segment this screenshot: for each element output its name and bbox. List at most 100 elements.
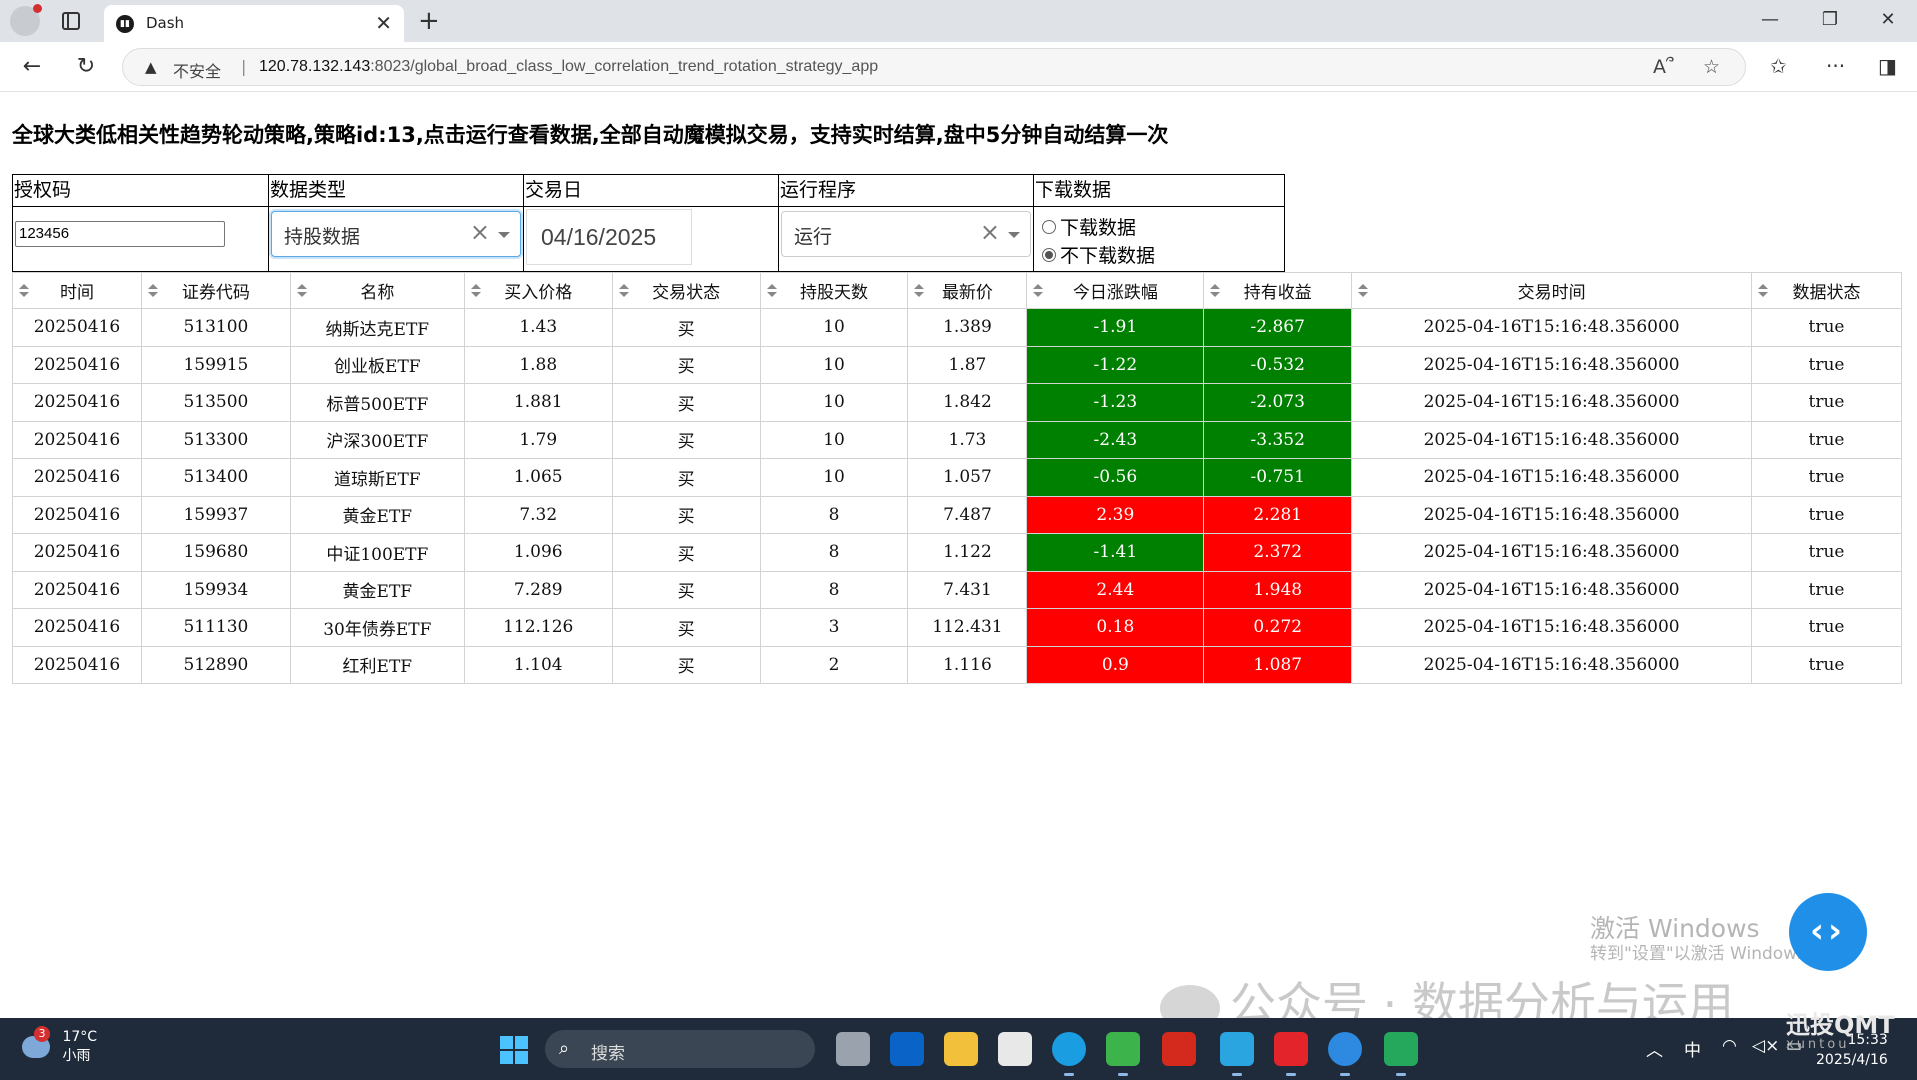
- task-view-icon[interactable]: [836, 1032, 870, 1066]
- ime-indicator[interactable]: 中: [1684, 1036, 1701, 1061]
- table-cell: 中证100ETF: [289, 533, 465, 572]
- search-app-icon[interactable]: [1328, 1032, 1362, 1076]
- column-header[interactable]: 最新价: [907, 272, 1028, 309]
- url-text: 120.78.132.143:8023/global_broad_class_l…: [259, 58, 878, 76]
- refresh-icon[interactable]: ↻: [70, 51, 102, 83]
- profile-icon[interactable]: [10, 4, 42, 36]
- new-tab-icon[interactable]: +: [418, 5, 440, 37]
- clear-icon[interactable]: ×: [470, 218, 490, 246]
- browser-tab[interactable]: ▮▮ Dash ✕: [104, 5, 404, 42]
- column-header[interactable]: 今日涨跌幅: [1026, 272, 1205, 309]
- table-cell: 1.842: [907, 383, 1028, 422]
- url-field[interactable]: ▲ 不安全 | 120.78.132.143:8023/global_broad…: [122, 48, 1746, 86]
- table-cell: 2025-04-16T15:16:48.356000: [1351, 570, 1752, 609]
- sort-icon[interactable]: [19, 284, 29, 298]
- volume-muted-icon[interactable]: ◁×: [1752, 1036, 1779, 1056]
- column-header[interactable]: 交易状态: [611, 272, 761, 309]
- activate-windows-watermark: 激活 Windows 转到"设置"以激活 Windows。: [1590, 914, 1823, 964]
- table-cell: 0.272: [1203, 608, 1353, 647]
- sort-icon[interactable]: [914, 284, 925, 298]
- wps-icon[interactable]: [1162, 1032, 1196, 1066]
- radio-download[interactable]: [1042, 219, 1056, 234]
- sort-icon[interactable]: [296, 284, 307, 298]
- table-cell: 10: [759, 458, 909, 497]
- edge-icon[interactable]: [1052, 1032, 1086, 1076]
- table-cell: 2025-04-16T15:16:48.356000: [1351, 645, 1752, 684]
- trade-date-picker[interactable]: 04/16/2025: [526, 209, 692, 265]
- table-cell: 10: [759, 308, 909, 347]
- table-cell: 20250416: [12, 533, 142, 572]
- run-column: 运行程序 运行 ×: [779, 175, 1034, 271]
- tab-actions-icon[interactable]: [62, 12, 80, 30]
- qmt-icon[interactable]: [1220, 1032, 1254, 1076]
- sort-icon[interactable]: [618, 284, 629, 298]
- warning-icon: ▲: [145, 58, 157, 76]
- address-bar: ← ↻ ▲ 不安全 | 120.78.132.143:8023/global_b…: [0, 42, 1917, 92]
- table-cell: 创业板ETF: [289, 345, 465, 384]
- run-value: 运行: [794, 226, 833, 248]
- column-header[interactable]: 持股天数: [759, 272, 909, 309]
- sort-icon[interactable]: [1758, 284, 1768, 298]
- weather-widget[interactable]: 3 17°C 小雨: [22, 1026, 97, 1066]
- table-cell: 512890: [140, 645, 291, 684]
- table-cell: true: [1751, 458, 1902, 497]
- wechat-icon[interactable]: [1106, 1032, 1140, 1076]
- sort-icon[interactable]: [1033, 284, 1044, 298]
- column-header[interactable]: 交易时间: [1351, 272, 1752, 309]
- table-cell: 1.881: [463, 383, 613, 422]
- sort-icon[interactable]: [766, 284, 777, 298]
- close-tab-icon[interactable]: ✕: [375, 11, 392, 35]
- download-radio-option[interactable]: 下载数据: [1042, 213, 1136, 240]
- chevron-down-icon[interactable]: [1008, 232, 1020, 238]
- read-aloud-icon[interactable]: A՞: [1653, 56, 1674, 78]
- table-cell: 8: [759, 495, 909, 534]
- sort-icon[interactable]: [1358, 284, 1369, 298]
- taskbar-search[interactable]: ⌕ 搜索: [545, 1030, 815, 1068]
- table-cell: 2025-04-16T15:16:48.356000: [1351, 420, 1752, 459]
- table-cell: 2.281: [1203, 495, 1353, 534]
- trading-app-icon[interactable]: [1274, 1032, 1308, 1076]
- column-header[interactable]: 买入价格: [463, 272, 613, 309]
- radio-no-download[interactable]: [1042, 247, 1056, 262]
- favorites-icon[interactable]: ✩: [1770, 54, 1787, 78]
- more-icon[interactable]: ···: [1826, 54, 1845, 78]
- dev-tools-button[interactable]: ‹›: [1789, 893, 1867, 971]
- sort-icon[interactable]: [147, 284, 158, 298]
- sidebar-icon[interactable]: ◨: [1878, 54, 1897, 78]
- minimize-icon[interactable]: —: [1750, 6, 1790, 34]
- weather-badge: 3: [34, 1026, 50, 1042]
- table-cell: 7.487: [907, 495, 1028, 534]
- chevron-down-icon[interactable]: [498, 232, 510, 238]
- close-window-icon[interactable]: ✕: [1868, 6, 1908, 34]
- table-cell: 0.18: [1026, 608, 1205, 647]
- column-header[interactable]: 持有收益: [1203, 272, 1353, 309]
- no-download-radio-option[interactable]: 不下载数据: [1042, 241, 1155, 268]
- column-header[interactable]: 时间: [12, 272, 142, 309]
- windows-start-icon[interactable]: [500, 1036, 528, 1064]
- table-cell: 20250416: [12, 495, 142, 534]
- back-icon[interactable]: ←: [16, 51, 48, 83]
- sort-icon[interactable]: [1210, 284, 1221, 298]
- auth-code-input[interactable]: 123456: [15, 221, 225, 247]
- clear-icon[interactable]: ×: [980, 218, 1000, 246]
- terminal-icon[interactable]: [1384, 1032, 1418, 1076]
- table-cell: 买: [611, 308, 761, 347]
- favorite-star-icon[interactable]: ☆: [1703, 56, 1720, 78]
- table-cell: 20250416: [12, 458, 142, 497]
- column-header-label: 最新价: [941, 283, 993, 303]
- outlook-icon[interactable]: [890, 1032, 924, 1066]
- store-icon[interactable]: [998, 1032, 1032, 1066]
- column-header[interactable]: 数据状态: [1751, 272, 1902, 309]
- data-type-dropdown[interactable]: 持股数据 ×: [271, 211, 521, 257]
- run-dropdown[interactable]: 运行 ×: [781, 211, 1031, 257]
- sort-icon[interactable]: [470, 284, 481, 298]
- column-header[interactable]: 名称: [289, 272, 465, 309]
- file-explorer-icon[interactable]: [944, 1032, 978, 1066]
- auth-column: 授权码 123456: [13, 175, 269, 271]
- table-cell: 1.087: [1203, 645, 1353, 684]
- column-header[interactable]: 证券代码: [140, 272, 291, 309]
- wifi-icon[interactable]: ◠: [1722, 1036, 1737, 1056]
- tray-chevron-up-icon[interactable]: ︿: [1646, 1036, 1663, 1061]
- maximize-icon[interactable]: ❐: [1810, 6, 1850, 34]
- table-row: 20250416 512890 红利ETF 1.104 买 2 1.116 0.9 1.087 2…: [12, 645, 1902, 684]
